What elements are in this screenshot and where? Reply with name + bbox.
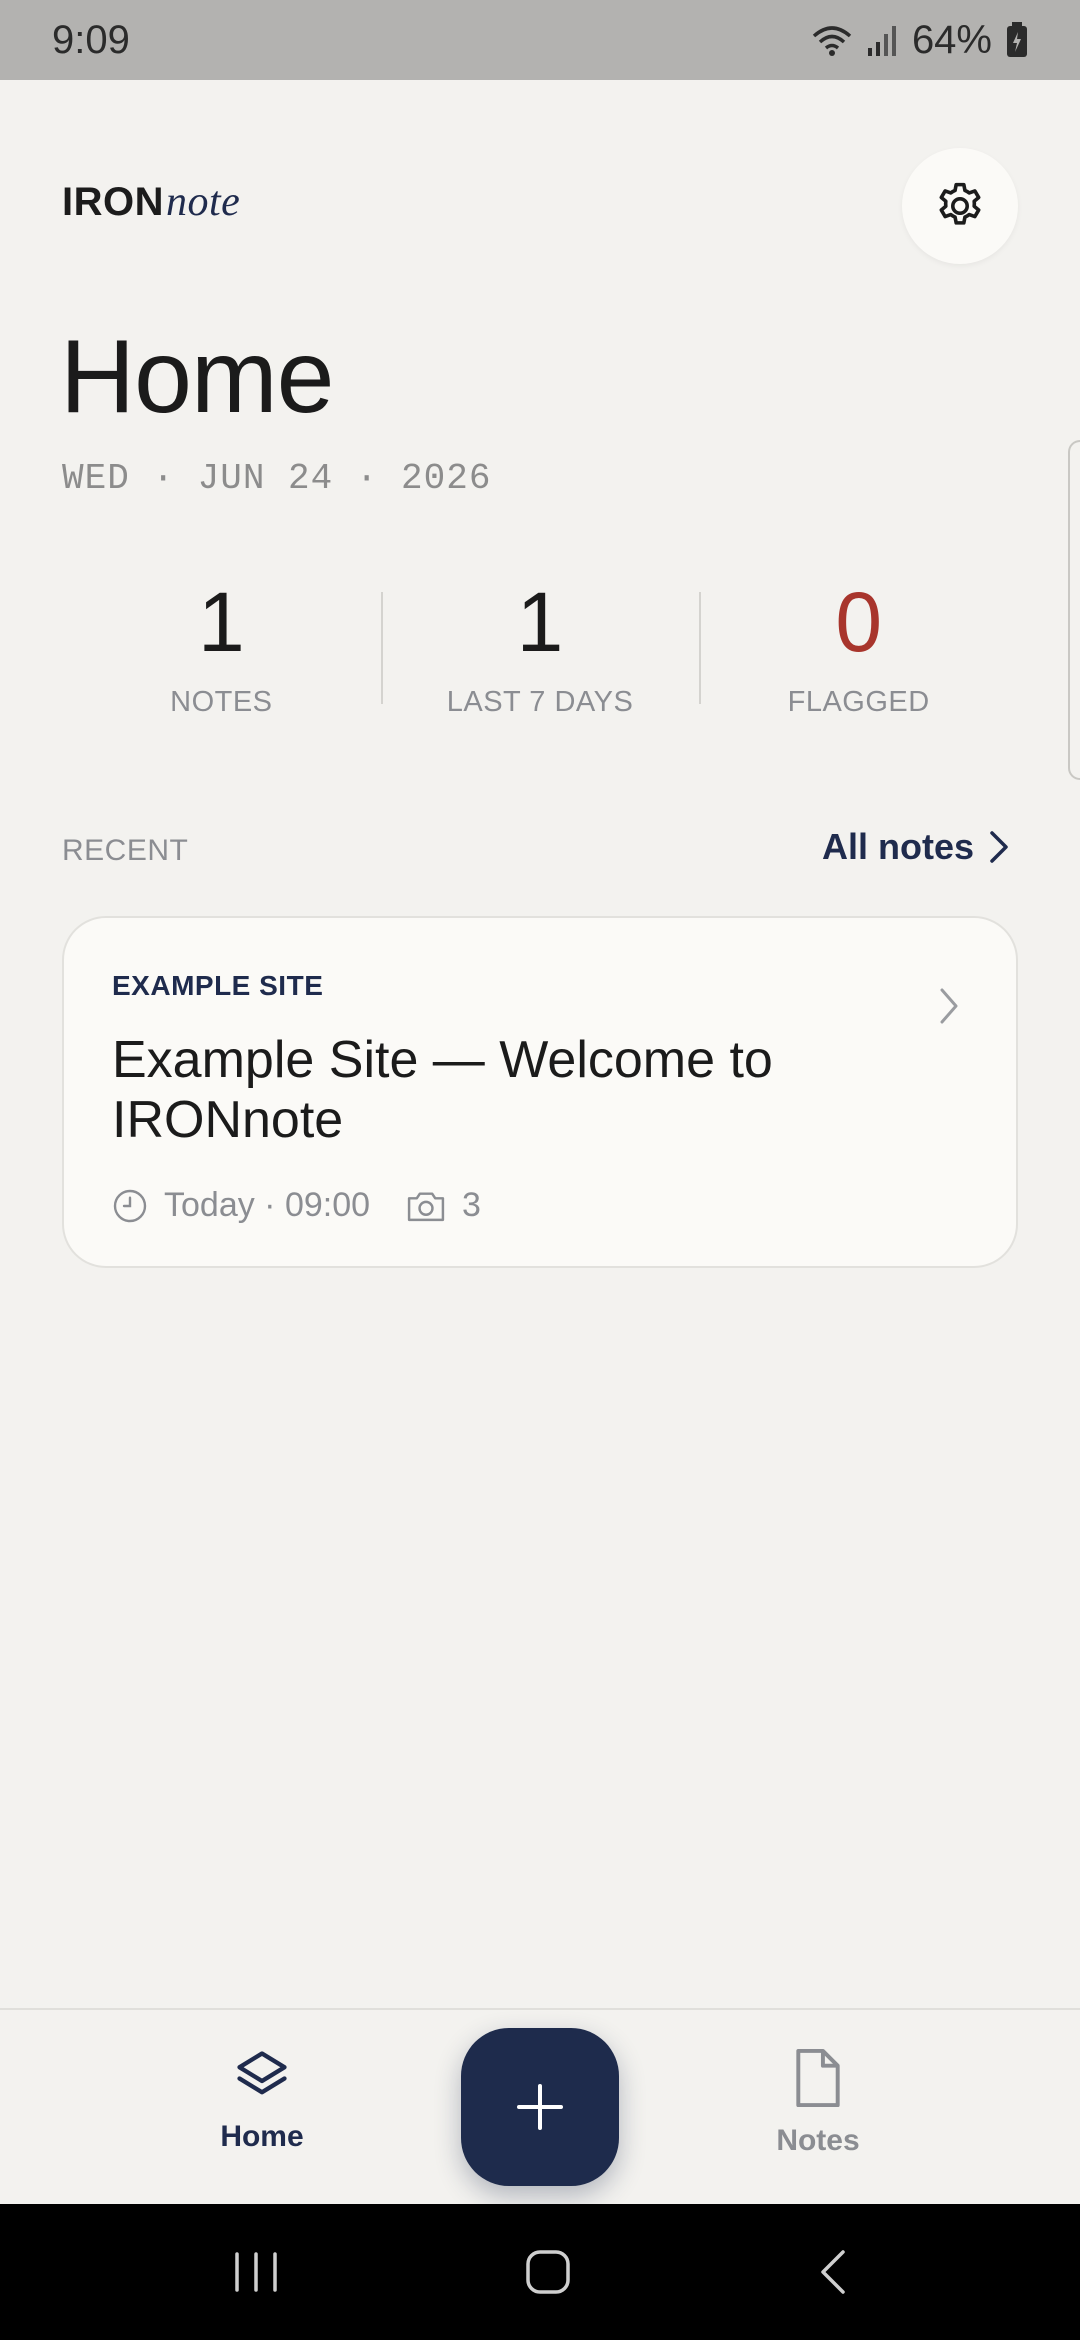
wifi-icon xyxy=(812,26,852,56)
stat-value: 1 xyxy=(516,575,564,669)
page-title: Home xyxy=(60,319,334,435)
signal-icon xyxy=(867,26,896,56)
chevron-right-icon xyxy=(940,988,958,1024)
stat-value: 0 xyxy=(835,575,883,669)
stat-flagged: 0 FLAGGED xyxy=(699,580,1018,720)
document-icon xyxy=(796,2048,840,2108)
stat-label: NOTES xyxy=(170,686,273,718)
camera-icon xyxy=(407,1191,445,1221)
add-note-button[interactable] xyxy=(461,2028,619,2186)
stat-value: 1 xyxy=(197,575,245,669)
gear-icon xyxy=(939,182,981,225)
note-photo-count: 3 xyxy=(462,1186,481,1224)
recent-apps-icon[interactable] xyxy=(231,2250,281,2294)
note-time-text: Today · 09:00 xyxy=(164,1186,371,1224)
settings-button[interactable] xyxy=(902,148,1018,264)
brand-italic: note xyxy=(166,179,241,225)
battery-icon xyxy=(1007,22,1027,57)
chevron-right-icon xyxy=(990,831,1008,863)
note-site: EXAMPLE SITE xyxy=(112,970,324,1001)
plus-icon xyxy=(517,2084,563,2130)
back-icon[interactable] xyxy=(815,2248,849,2296)
note-time: Today · 09:00 xyxy=(112,1186,370,1225)
layers-icon xyxy=(237,2051,287,2095)
brand-bold: IRON xyxy=(62,180,164,224)
edge-panel-handle[interactable] xyxy=(1068,440,1080,780)
nav-home[interactable]: Home xyxy=(152,2046,372,2154)
recent-section-label: RECENT xyxy=(62,834,189,867)
status-icons: 64% xyxy=(810,18,1028,63)
clock-icon xyxy=(113,1189,147,1222)
system-nav-bar xyxy=(0,2204,1080,2340)
nav-notes[interactable]: Notes xyxy=(708,2046,928,2158)
home-system-icon[interactable] xyxy=(524,2248,572,2296)
status-bar: 9:09 64% xyxy=(0,0,1080,80)
note-meta: Today · 09:00 3 xyxy=(112,1186,968,1225)
note-title: Example Site — Welcome to IRONnote xyxy=(112,1031,773,1149)
battery-text: 64% xyxy=(911,17,992,62)
app-logo: IRONnote xyxy=(62,178,240,226)
nav-notes-label: Notes xyxy=(776,2124,860,2157)
stat-notes: 1 NOTES xyxy=(62,580,381,720)
note-card[interactable]: EXAMPLE SITE Example Site — Welcome to I… xyxy=(62,916,1018,1268)
stat-last-7-days: 1 LAST 7 DAYS xyxy=(380,575,700,720)
stat-label: LAST 7 DAYS xyxy=(446,686,634,718)
nav-home-label: Home xyxy=(220,2120,304,2153)
note-photos: 3 xyxy=(406,1186,481,1225)
stat-label: FLAGGED xyxy=(787,686,930,718)
all-notes-link[interactable]: All notes xyxy=(822,826,1010,868)
stats-row: 1 NOTES 1 LAST 7 DAYS 0 FLAGGED xyxy=(62,580,1018,720)
page-date: WED · JUN 24 · 2026 xyxy=(62,458,492,499)
all-notes-label: All notes xyxy=(821,826,974,867)
status-time: 9:09 xyxy=(52,17,130,62)
